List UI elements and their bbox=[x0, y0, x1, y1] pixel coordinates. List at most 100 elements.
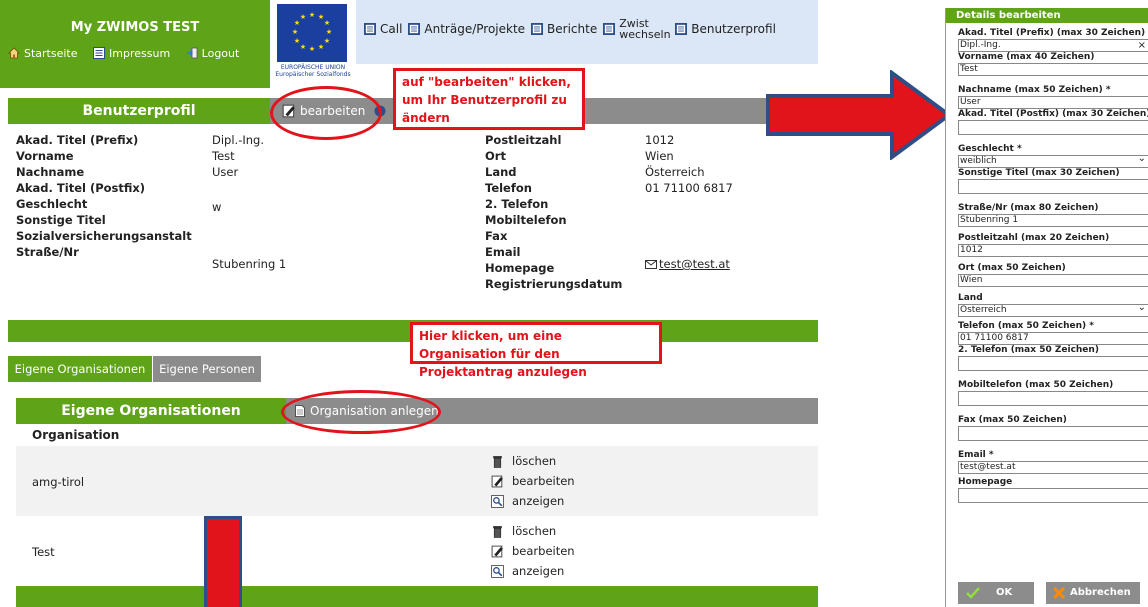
dialog-footer: OK Abbrechen bbox=[946, 579, 1148, 607]
field-label: Ort (max 50 Zeichen) bbox=[958, 263, 1066, 273]
field-label: Telefon bbox=[485, 181, 532, 195]
form-field: Nachname (max 50 Zeichen) * User bbox=[958, 85, 1148, 109]
app-header: My ZWIMOS TEST Startseite Impressum Logo… bbox=[0, 0, 270, 88]
home-icon bbox=[8, 47, 20, 59]
field-label: Straße/Nr (max 80 Zeichen) bbox=[958, 203, 1099, 213]
phone-input[interactable]: 01 71100 6817 bbox=[958, 332, 1148, 345]
list-icon bbox=[93, 47, 106, 59]
nav-impressum-label: Impressum bbox=[109, 47, 171, 60]
city-input[interactable]: Wien bbox=[958, 274, 1148, 287]
nav-berichte[interactable]: Berichte bbox=[531, 22, 597, 36]
delete-action[interactable]: löschen bbox=[491, 521, 556, 541]
field-label: Email bbox=[485, 245, 521, 259]
edit-action[interactable]: bearbeiten bbox=[491, 471, 575, 491]
field-label: Ort bbox=[485, 149, 506, 163]
input-value: Dipl.-Ing. bbox=[960, 40, 1001, 50]
homepage-input[interactable] bbox=[958, 488, 1148, 503]
form-field: Homepage bbox=[958, 477, 1148, 503]
tab-own-persons[interactable]: Eigene Personen bbox=[153, 356, 261, 382]
field-label: Akad. Titel (Postfix) bbox=[16, 181, 146, 195]
field-label: Land bbox=[485, 165, 517, 179]
nav-call[interactable]: Call bbox=[364, 22, 402, 36]
gender-select[interactable]: weiblich bbox=[958, 155, 1148, 168]
profile-screenshot: My ZWIMOS TEST Startseite Impressum Logo… bbox=[0, 0, 818, 607]
nav-berichte-label: Berichte bbox=[547, 22, 598, 36]
input-value: User bbox=[960, 97, 981, 107]
nav-antraege-label: Anträge/Projekte bbox=[424, 22, 526, 36]
ok-button[interactable]: OK bbox=[958, 582, 1034, 604]
field-label: Akad. Titel (Prefix) bbox=[16, 133, 139, 147]
postal-code-input[interactable]: 1012 bbox=[958, 244, 1148, 257]
field-label: Postleitzahl bbox=[485, 133, 562, 147]
trash-icon bbox=[493, 455, 502, 468]
svg-text:★: ★ bbox=[300, 43, 306, 51]
field-label: Registrierungsdatum bbox=[485, 277, 623, 291]
field-label: Straße/Nr bbox=[16, 245, 79, 259]
first-name-input[interactable]: Test bbox=[958, 63, 1148, 76]
delete-action[interactable]: löschen bbox=[491, 451, 556, 471]
email-input[interactable]: test@test.at bbox=[958, 461, 1148, 474]
edit-label: bearbeiten bbox=[512, 474, 575, 488]
nav-logout-label: Logout bbox=[201, 47, 240, 60]
eu-flag-icon: ★ ★★★ ★★★★ ★★★★ bbox=[277, 4, 347, 62]
dialog-form: Akad. Titel (Prefix) (max 30 Zeichen) Di… bbox=[958, 28, 1148, 503]
list-icon bbox=[364, 23, 376, 35]
check-icon bbox=[966, 587, 980, 599]
field-value: Stubenring 1 bbox=[212, 257, 287, 271]
form-field: Akad. Titel (Postfix) (max 30 Zeichen) bbox=[958, 109, 1148, 135]
phone2-input[interactable] bbox=[958, 356, 1148, 371]
street-input[interactable]: Stubenring 1 bbox=[958, 214, 1148, 227]
magnifier-icon bbox=[491, 494, 504, 508]
fax-input[interactable] bbox=[958, 426, 1148, 441]
eu-logo-text: EUROPÄISCHE UNION Europäischer Sozialfon… bbox=[275, 64, 351, 78]
select-value: weiblich bbox=[960, 156, 997, 166]
email-value: test@test.at bbox=[659, 257, 730, 271]
email-link[interactable]: test@test.at bbox=[645, 257, 730, 273]
view-label: anzeigen bbox=[512, 564, 565, 578]
highlight-ellipse-edit bbox=[270, 86, 382, 140]
nav-benutzerprofil[interactable]: Benutzerprofil bbox=[675, 22, 776, 36]
field-label: Sonstige Titel (max 30 Zeichen) bbox=[958, 168, 1120, 178]
edit-action[interactable]: bearbeiten bbox=[491, 541, 575, 561]
country-select[interactable]: Österreich bbox=[958, 304, 1148, 317]
form-field: Vorname (max 40 Zeichen) Test bbox=[958, 52, 1148, 76]
arrow-right-icon bbox=[766, 70, 953, 160]
list-icon bbox=[675, 23, 688, 35]
nav-impressum[interactable]: Impressum bbox=[93, 47, 180, 60]
field-label: Land bbox=[958, 293, 983, 303]
nav-antraege[interactable]: Anträge/Projekte bbox=[408, 22, 525, 36]
field-label: Vorname bbox=[16, 149, 74, 163]
edit-label: bearbeiten bbox=[512, 544, 575, 558]
delete-label: löschen bbox=[512, 524, 557, 538]
form-field: Akad. Titel (Prefix) (max 30 Zeichen) Di… bbox=[958, 28, 1148, 52]
main-nav: Call Anträge/Projekte Berichte Zwist wec… bbox=[364, 18, 782, 40]
dialog-title: Details bearbeiten bbox=[946, 8, 1148, 23]
nav-startseite-label: Startseite bbox=[24, 47, 78, 60]
nav-startseite[interactable]: Startseite bbox=[8, 47, 87, 60]
prefix-title-input[interactable]: Dipl.-Ing. × bbox=[958, 39, 1148, 52]
tab-own-organisations[interactable]: Eigene Organisationen bbox=[8, 356, 152, 382]
view-action[interactable]: anzeigen bbox=[491, 561, 564, 581]
other-title-input[interactable] bbox=[958, 179, 1148, 194]
field-label: Telefon (max 50 Zeichen) * bbox=[958, 321, 1094, 331]
view-action[interactable]: anzeigen bbox=[491, 491, 564, 511]
postfix-title-input[interactable] bbox=[958, 120, 1148, 135]
ok-label: OK bbox=[996, 587, 1013, 598]
nav-logout[interactable]: Logout bbox=[186, 47, 246, 60]
form-field: Geschlecht * weiblich bbox=[958, 144, 1148, 168]
cancel-x-icon bbox=[1052, 586, 1066, 600]
form-field: Sonstige Titel (max 30 Zeichen) bbox=[958, 168, 1148, 194]
cancel-label: Abbrechen bbox=[1070, 587, 1131, 598]
input-value: 1012 bbox=[960, 245, 983, 255]
organisations-section-title: Eigene Organisationen bbox=[61, 403, 241, 419]
mobile-input[interactable] bbox=[958, 391, 1148, 406]
nav-zwist-wechseln[interactable]: Zwist wechseln bbox=[603, 18, 671, 40]
nav-call-label: Call bbox=[380, 22, 403, 36]
edit-details-dialog: Details bearbeiten Akad. Titel (Prefix) … bbox=[945, 8, 1148, 607]
last-name-input[interactable]: User bbox=[958, 96, 1148, 109]
form-field: Straße/Nr (max 80 Zeichen) Stubenring 1 bbox=[958, 203, 1148, 227]
view-label: anzeigen bbox=[512, 494, 565, 508]
cancel-button[interactable]: Abbrechen bbox=[1046, 582, 1140, 604]
form-field: Mobiltelefon (max 50 Zeichen) bbox=[958, 380, 1148, 406]
clear-icon[interactable]: × bbox=[1138, 40, 1146, 51]
